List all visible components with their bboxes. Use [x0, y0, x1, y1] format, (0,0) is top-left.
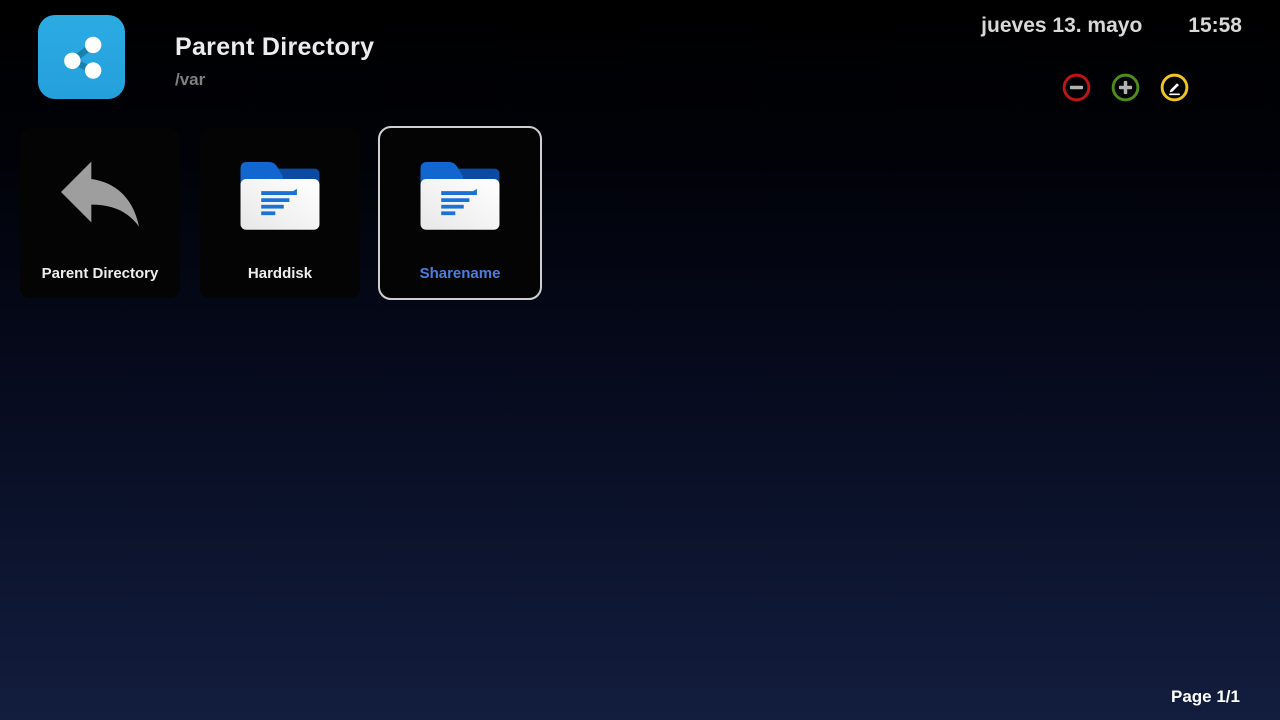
file-grid: Parent Directory [20, 128, 540, 298]
edit-button[interactable] [1160, 73, 1189, 102]
pencil-icon [1160, 73, 1189, 102]
app-logo [38, 15, 125, 99]
clock: jueves 13. mayo 15:58 [981, 14, 1242, 38]
back-arrow-icon [20, 128, 180, 246]
screen: Parent Directory /var jueves 13. mayo 15… [0, 0, 1280, 720]
page-title: Parent Directory [175, 33, 374, 62]
page-indicator: Page 1/1 [1171, 687, 1240, 707]
folder-icon [380, 128, 540, 246]
share-icon [53, 28, 111, 86]
clock-date: jueves 13. mayo [981, 14, 1142, 38]
tile-label: Harddisk [206, 265, 354, 282]
clock-time: 15:58 [1188, 14, 1242, 38]
remove-button[interactable] [1062, 73, 1091, 102]
header-title-block: Parent Directory /var [175, 33, 374, 90]
plus-icon [1111, 73, 1140, 102]
tile-sharename[interactable]: Sharename [378, 126, 542, 300]
tile-label: Sharename [386, 265, 534, 282]
tile-harddisk[interactable]: Harddisk [200, 128, 360, 298]
folder-icon [200, 128, 360, 246]
breadcrumb-path: /var [175, 70, 374, 90]
add-button[interactable] [1111, 73, 1140, 102]
tile-label: Parent Directory [26, 265, 174, 282]
toolbar [1062, 73, 1189, 102]
minus-icon [1062, 73, 1091, 102]
tile-parent-directory[interactable]: Parent Directory [20, 128, 180, 298]
